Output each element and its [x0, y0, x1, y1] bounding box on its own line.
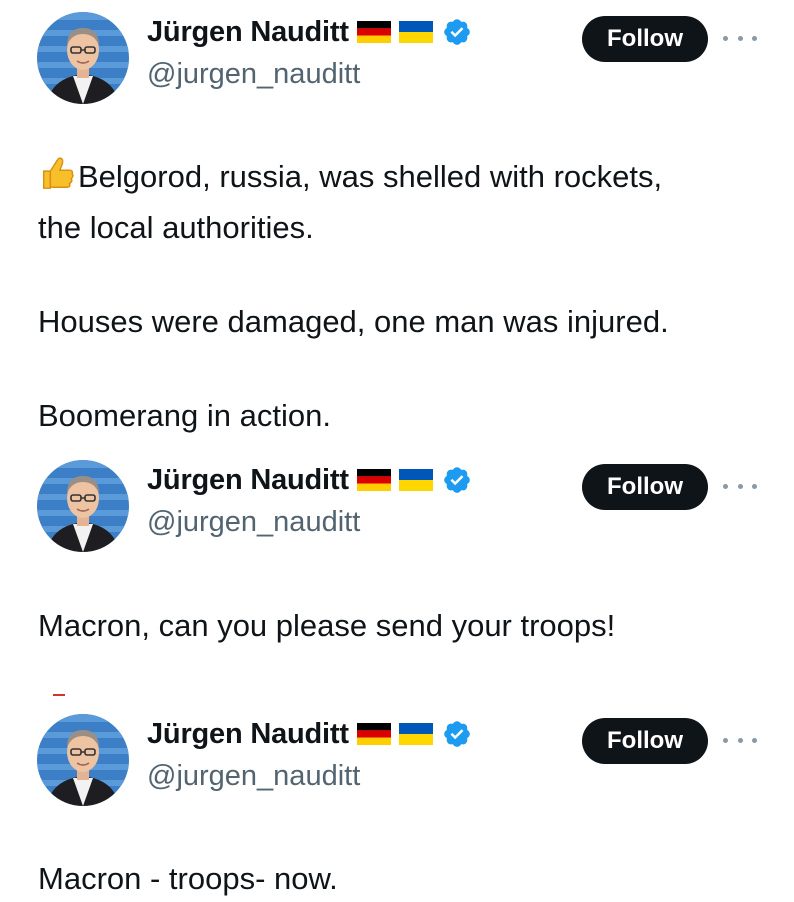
germany-flag-icon: [357, 21, 391, 43]
germany-flag-icon: [357, 723, 391, 745]
follow-button[interactable]: Follow: [582, 718, 708, 764]
post-header: Jürgen Nauditt @jurgen_nauditt Follow: [0, 448, 794, 548]
verified-badge-icon[interactable]: [442, 465, 472, 495]
thumbs-up-emoji-icon: [38, 154, 76, 205]
author-name[interactable]: Jürgen Nauditt: [147, 16, 349, 49]
author-row: Jürgen Nauditt: [147, 12, 472, 52]
post-text: Macron - troops- now.: [38, 856, 338, 902]
post-text-line: the local authorities.: [38, 210, 314, 245]
post-text-line: Belgorod, russia, was shelled with rocke…: [38, 154, 669, 205]
avatar[interactable]: [37, 460, 129, 552]
ukraine-flag-icon: [399, 723, 433, 745]
post-text: Macron, can you please send your troops!: [38, 603, 615, 649]
verified-badge-icon[interactable]: [442, 719, 472, 749]
author-handle[interactable]: @jurgen_nauditt: [147, 58, 360, 91]
author-row: Jürgen Nauditt: [147, 714, 472, 754]
author-handle[interactable]: @jurgen_nauditt: [147, 506, 360, 539]
verified-badge-icon[interactable]: [442, 17, 472, 47]
follow-button[interactable]: Follow: [582, 16, 708, 62]
author-name[interactable]: Jürgen Nauditt: [147, 718, 349, 751]
post-text: Belgorod, russia, was shelled with rocke…: [38, 154, 669, 439]
post-text-line: Boomerang in action.: [38, 398, 331, 433]
more-options-icon[interactable]: [723, 28, 757, 48]
avatar[interactable]: [37, 12, 129, 104]
more-options-icon[interactable]: [723, 476, 757, 496]
post-text-line: Macron - troops- now.: [38, 861, 338, 896]
divider-mark: [53, 694, 65, 696]
post-text-line: Macron, can you please send your troops!: [38, 608, 616, 643]
follow-button[interactable]: Follow: [582, 464, 708, 510]
post-text-line: Houses were damaged, one man was injured…: [38, 304, 669, 339]
ukraine-flag-icon: [399, 469, 433, 491]
author-row: Jürgen Nauditt: [147, 460, 472, 500]
more-options-icon[interactable]: [723, 730, 757, 750]
post-header: Jürgen Nauditt @jurgen_nauditt Follow: [0, 0, 794, 100]
author-name[interactable]: Jürgen Nauditt: [147, 464, 349, 497]
post-header: Jürgen Nauditt @jurgen_nauditt Follow: [0, 702, 794, 802]
avatar[interactable]: [37, 714, 129, 806]
ukraine-flag-icon: [399, 21, 433, 43]
author-handle[interactable]: @jurgen_nauditt: [147, 760, 360, 793]
germany-flag-icon: [357, 469, 391, 491]
